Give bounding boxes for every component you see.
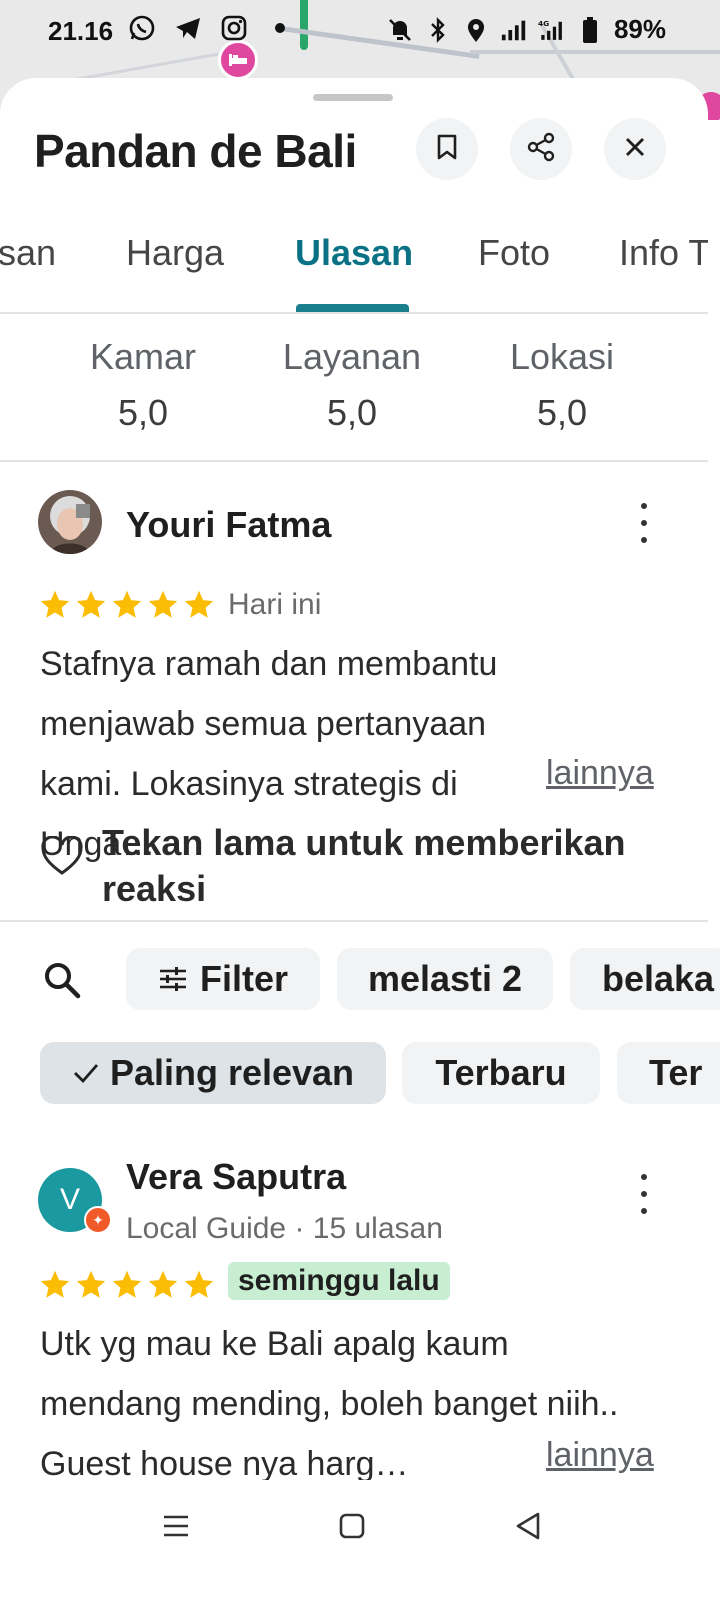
review-text[interactable]: Utk yg mau ke Bali apalg kaum mendang me… xyxy=(40,1314,620,1480)
review-date: Hari ini xyxy=(228,588,322,621)
system-nav-bar xyxy=(0,1480,720,1600)
share-icon xyxy=(526,132,556,167)
save-button[interactable] xyxy=(416,118,478,180)
tab-prices[interactable]: Harga xyxy=(126,232,224,274)
sort-chip-relevant[interactable]: Paling relevan xyxy=(40,1042,386,1104)
location-icon xyxy=(462,16,490,44)
mute-icon xyxy=(386,16,414,44)
drag-handle[interactable] xyxy=(313,94,393,101)
signal-icon xyxy=(500,16,528,44)
instagram-icon xyxy=(220,14,248,42)
recents-icon xyxy=(161,1513,191,1544)
reviewer-meta: Local Guide · 15 ulasan xyxy=(126,1212,443,1245)
home-button[interactable] xyxy=(330,1506,374,1550)
reviewer-name[interactable]: Youri Fatma xyxy=(126,504,331,546)
status-bar: 21.16 4G 89% xyxy=(0,0,720,64)
review-more-options-button[interactable] xyxy=(634,503,654,543)
tab-about[interactable]: Info T xyxy=(619,232,708,274)
close-icon xyxy=(623,135,647,164)
avatar-initial: V xyxy=(59,1183,80,1216)
4g-signal-icon: 4G xyxy=(538,16,566,44)
star-icon xyxy=(76,1270,106,1298)
rating-label: Kamar xyxy=(89,336,197,377)
share-button[interactable] xyxy=(510,118,572,180)
close-button[interactable] xyxy=(604,118,666,180)
rating-value: 5,0 xyxy=(536,392,588,433)
bluetooth-icon xyxy=(424,16,452,44)
reaction-hint: Tekan lama untuk memberikan reaksi xyxy=(102,822,626,909)
review-date: seminggu lalu xyxy=(228,1262,450,1300)
rating-value: 5,0 xyxy=(326,392,378,433)
star-icon xyxy=(184,1270,214,1298)
place-sheet: Pandan de Bali san Harga Ulasan Foto Inf… xyxy=(0,78,720,1600)
svg-text:4G: 4G xyxy=(538,18,549,27)
status-time: 21.16 xyxy=(48,16,114,46)
read-more-link[interactable]: lainnya xyxy=(546,1436,654,1475)
rating-room: Kamar 5,0 xyxy=(43,336,243,434)
review-more-options-button[interactable] xyxy=(634,1174,654,1214)
place-title: Pandan de Bali xyxy=(34,125,357,177)
battery-percent: 89% xyxy=(613,14,666,44)
filter-chip[interactable]: Filter xyxy=(126,948,320,1010)
rating-location: Lokasi 5,0 xyxy=(462,336,662,434)
topic-chip[interactable]: melasti 2 xyxy=(337,948,553,1010)
recents-button[interactable] xyxy=(154,1506,198,1550)
tab-reviews[interactable]: Ulasan xyxy=(295,232,413,274)
star-icon xyxy=(184,590,214,618)
category-ratings: Kamar 5,0 Layanan 5,0 Lokasi 5,0 xyxy=(0,314,708,462)
reviewer-name[interactable]: Vera Saputra xyxy=(126,1156,346,1198)
sort-chip-more[interactable]: Ter xyxy=(617,1042,720,1104)
star-icon xyxy=(40,590,70,618)
star-icon xyxy=(40,1270,70,1298)
heart-icon[interactable] xyxy=(40,835,84,881)
active-tab-indicator xyxy=(296,304,409,312)
divider xyxy=(0,920,708,922)
reviewer-avatar[interactable] xyxy=(38,490,102,554)
check-icon xyxy=(72,1061,100,1085)
star-icon xyxy=(148,590,178,618)
back-icon xyxy=(514,1511,542,1546)
whatsapp-icon xyxy=(128,14,156,42)
star-icon xyxy=(112,1270,142,1298)
rating-service: Layanan 5,0 xyxy=(252,336,452,434)
sort-chip-newest[interactable]: Terbaru xyxy=(402,1042,600,1104)
sort-label: Paling relevan xyxy=(109,1052,355,1093)
place-tabs: san Harga Ulasan Foto Info T xyxy=(0,206,708,314)
telegram-icon xyxy=(174,14,202,42)
home-icon xyxy=(338,1512,366,1545)
star-rating xyxy=(38,1268,216,1302)
star-icon xyxy=(112,590,142,618)
star-icon xyxy=(148,1270,178,1298)
rating-value: 5,0 xyxy=(117,392,169,433)
tab-overview[interactable]: san xyxy=(0,232,56,274)
back-button[interactable] xyxy=(506,1506,550,1550)
sliders-icon xyxy=(158,966,188,992)
star-rating xyxy=(38,588,216,622)
star-icon xyxy=(76,590,106,618)
dot-icon xyxy=(266,14,294,42)
filter-label: Filter xyxy=(199,958,288,999)
tab-photos[interactable]: Foto xyxy=(478,232,550,274)
rating-label: Layanan xyxy=(282,336,422,377)
bookmark-icon xyxy=(435,133,459,166)
rating-label: Lokasi xyxy=(509,336,615,377)
search-reviews-icon[interactable] xyxy=(42,960,82,1005)
read-more-link[interactable]: lainnya xyxy=(546,754,654,793)
local-guide-badge-icon: ✦ xyxy=(84,1206,112,1234)
topic-chip[interactable]: belaka xyxy=(570,948,720,1010)
battery-icon xyxy=(576,16,604,44)
